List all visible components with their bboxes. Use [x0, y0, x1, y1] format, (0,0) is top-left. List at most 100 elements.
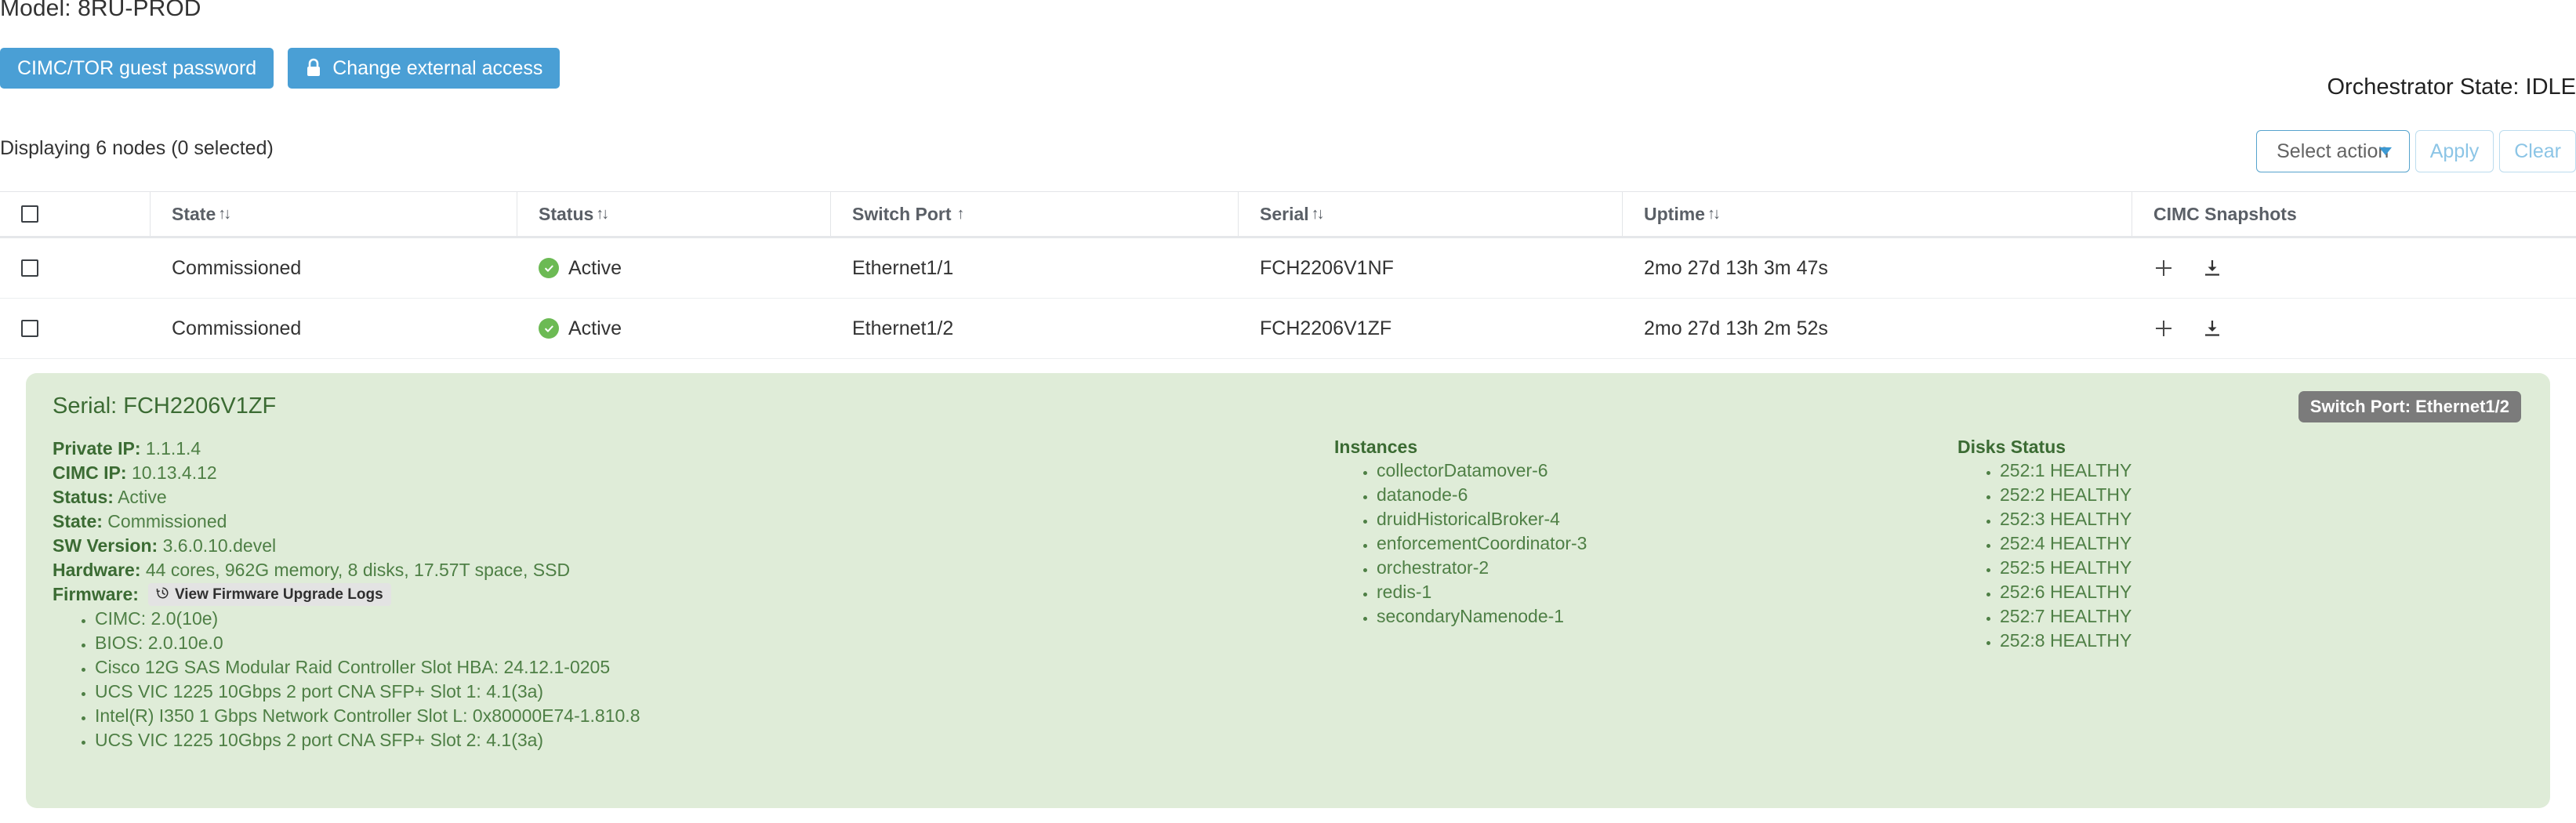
detail-value-private-ip: 1.1.1.4 [145, 438, 201, 459]
cell-uptime: 2mo 27d 13h 3m 47s [1644, 256, 1828, 279]
download-icon[interactable] [2202, 258, 2222, 278]
cell-status: Active [517, 238, 831, 298]
detail-value-hardware: 44 cores, 962G memory, 8 disks, 17.57T s… [145, 560, 571, 580]
sort-toggle-icon-uptime[interactable]: ↑↓ [1707, 205, 1721, 223]
list-item: secondaryNamenode-1 [1377, 604, 1957, 629]
cell-cimc-snapshots [2132, 299, 2576, 358]
list-item: redis-1 [1377, 580, 1957, 604]
header-cell-switch-port[interactable]: Switch Port ↑ [831, 192, 1239, 236]
detail-serial-heading: Serial: FCH2206V1ZF [53, 393, 277, 419]
sort-toggle-icon-state[interactable]: ↑↓ [218, 205, 231, 223]
cimc-tor-guest-password-button[interactable]: CIMC/TOR guest password [0, 48, 274, 89]
plus-icon[interactable] [2153, 318, 2174, 339]
header-label-status: Status [539, 203, 594, 224]
row-select-cell [0, 299, 151, 358]
list-item: 252:1 HEALTHY [2000, 459, 2506, 483]
detail-key-private-ip: Private IP: [53, 438, 141, 459]
list-item: UCS VIC 1225 10Gbps 2 port CNA SFP+ Slot… [95, 680, 1334, 704]
detail-column-info: Private IP: 1.1.1.4 CIMC IP: 10.13.4.12 … [53, 437, 1334, 752]
plus-icon[interactable] [2153, 258, 2174, 278]
change-external-access-label: Change external access [332, 56, 543, 79]
sort-toggle-icon-status[interactable]: ↑↓ [596, 205, 609, 223]
status-label: Active [568, 317, 622, 339]
list-item: orchestrator-2 [1377, 556, 1957, 580]
detail-field-sw-version: SW Version: 3.6.0.10.devel [53, 534, 1334, 558]
firmware-list: CIMC: 2.0(10e) BIOS: 2.0.10e.0 Cisco 12G… [53, 607, 1334, 752]
list-item: collectorDatamover-6 [1377, 459, 1957, 483]
cell-state: Commissioned [172, 317, 302, 339]
row-select-cell [0, 238, 151, 298]
disks-status-heading: Disks Status [1957, 437, 2066, 457]
table-row[interactable]: Commissioned Active Ethernet1/2 FCH2206V… [0, 299, 2576, 359]
header-label-uptime: Uptime [1644, 203, 1705, 224]
cimc-tor-guest-password-label: CIMC/TOR guest password [17, 56, 257, 79]
detail-value-cimc-ip: 10.13.4.12 [131, 462, 217, 483]
header-cell-state[interactable]: State ↑↓ [151, 192, 517, 236]
list-item: 252:2 HEALTHY [2000, 483, 2506, 507]
cell-switch-port: Ethernet1/1 [852, 256, 954, 279]
cell-status: Active [517, 299, 831, 358]
sort-asc-icon-switch-port[interactable]: ↑ [957, 205, 965, 223]
header-label-serial: Serial [1260, 203, 1309, 224]
header-cell-serial[interactable]: Serial ↑↓ [1239, 192, 1623, 236]
list-item: BIOS: 2.0.10e.0 [95, 631, 1334, 655]
cell-cimc-snapshots [2132, 238, 2576, 298]
disks-status-list: 252:1 HEALTHY 252:2 HEALTHY 252:3 HEALTH… [1957, 459, 2506, 653]
header-button-row: CIMC/TOR guest password Change external … [0, 48, 561, 89]
switch-port-badge: Switch Port: Ethernet1/2 [2298, 391, 2521, 422]
header-cell-select [0, 192, 151, 236]
download-icon[interactable] [2202, 318, 2222, 339]
header-cell-status[interactable]: Status ↑↓ [517, 192, 831, 236]
detail-field-private-ip: Private IP: 1.1.1.4 [53, 437, 1334, 461]
list-item: druidHistoricalBroker-4 [1377, 507, 1957, 531]
list-item: Cisco 12G SAS Modular Raid Controller Sl… [95, 655, 1334, 680]
action-bar: Select action Apply Clear [2255, 130, 2576, 172]
list-item: datanode-6 [1377, 483, 1957, 507]
detail-value-state: Commissioned [107, 511, 227, 531]
detail-key-firmware: Firmware: [53, 584, 139, 604]
detail-value-status: Active [118, 487, 167, 507]
change-external-access-button[interactable]: Change external access [288, 48, 561, 89]
header-label-switch-port: Switch Port [852, 203, 952, 224]
detail-key-cimc-ip: CIMC IP: [53, 462, 127, 483]
instances-list: collectorDatamover-6 datanode-6 druidHis… [1334, 459, 1957, 629]
list-item: 252:3 HEALTHY [2000, 507, 2506, 531]
cell-serial: FCH2206V1NF [1260, 256, 1394, 279]
header-label-state: State [172, 203, 216, 224]
list-item: Intel(R) I350 1 Gbps Network Controller … [95, 704, 1334, 728]
detail-key-status: Status: [53, 487, 114, 507]
status-label: Active [568, 256, 622, 279]
list-item: UCS VIC 1225 10Gbps 2 port CNA SFP+ Slot… [95, 728, 1334, 752]
detail-field-firmware: Firmware: View Firmware Upgrade Logs [53, 582, 1334, 607]
select-action-dropdown[interactable]: Select action [2255, 130, 2410, 172]
detail-field-cimc-ip: CIMC IP: 10.13.4.12 [53, 461, 1334, 485]
view-firmware-upgrade-logs-button[interactable]: View Firmware Upgrade Logs [147, 583, 391, 606]
detail-field-status: Status: Active [53, 485, 1334, 509]
header-cell-cimc-snapshots: CIMC Snapshots [2132, 192, 2576, 236]
row-checkbox[interactable] [21, 320, 38, 337]
header-cell-uptime[interactable]: Uptime ↑↓ [1623, 192, 2132, 236]
history-clock-icon [156, 586, 169, 603]
cell-serial: FCH2206V1ZF [1260, 317, 1392, 339]
list-item: 252:6 HEALTHY [2000, 580, 2506, 604]
row-checkbox[interactable] [21, 259, 38, 277]
detail-value-sw-version: 3.6.0.10.devel [162, 535, 277, 556]
orchestrator-state: Orchestrator State: IDLE [2327, 74, 2576, 100]
select-all-checkbox[interactable] [21, 205, 38, 223]
page-title: Model: 8RU-PROD [0, 0, 201, 21]
clear-button[interactable]: Clear [2499, 130, 2576, 172]
detail-column-disks: Disks Status 252:1 HEALTHY 252:2 HEALTHY… [1957, 437, 2506, 653]
cell-switch-port: Ethernet1/2 [852, 317, 954, 339]
table-row[interactable]: Commissioned Active Ethernet1/1 FCH2206V… [0, 238, 2576, 299]
apply-button[interactable]: Apply [2415, 130, 2494, 172]
detail-column-instances: Instances collectorDatamover-6 datanode-… [1334, 437, 1957, 629]
sort-toggle-icon-serial[interactable]: ↑↓ [1312, 205, 1325, 223]
cell-uptime: 2mo 27d 13h 2m 52s [1644, 317, 1828, 339]
list-item: 252:8 HEALTHY [2000, 629, 2506, 653]
list-item: CIMC: 2.0(10e) [95, 607, 1334, 631]
detail-field-state: State: Commissioned [53, 509, 1334, 534]
detail-key-sw-version: SW Version: [53, 535, 158, 556]
list-item: 252:4 HEALTHY [2000, 531, 2506, 556]
table-header-row: State ↑↓ Status ↑↓ Switch Port ↑ Serial … [0, 191, 2576, 238]
detail-key-state: State: [53, 511, 103, 531]
